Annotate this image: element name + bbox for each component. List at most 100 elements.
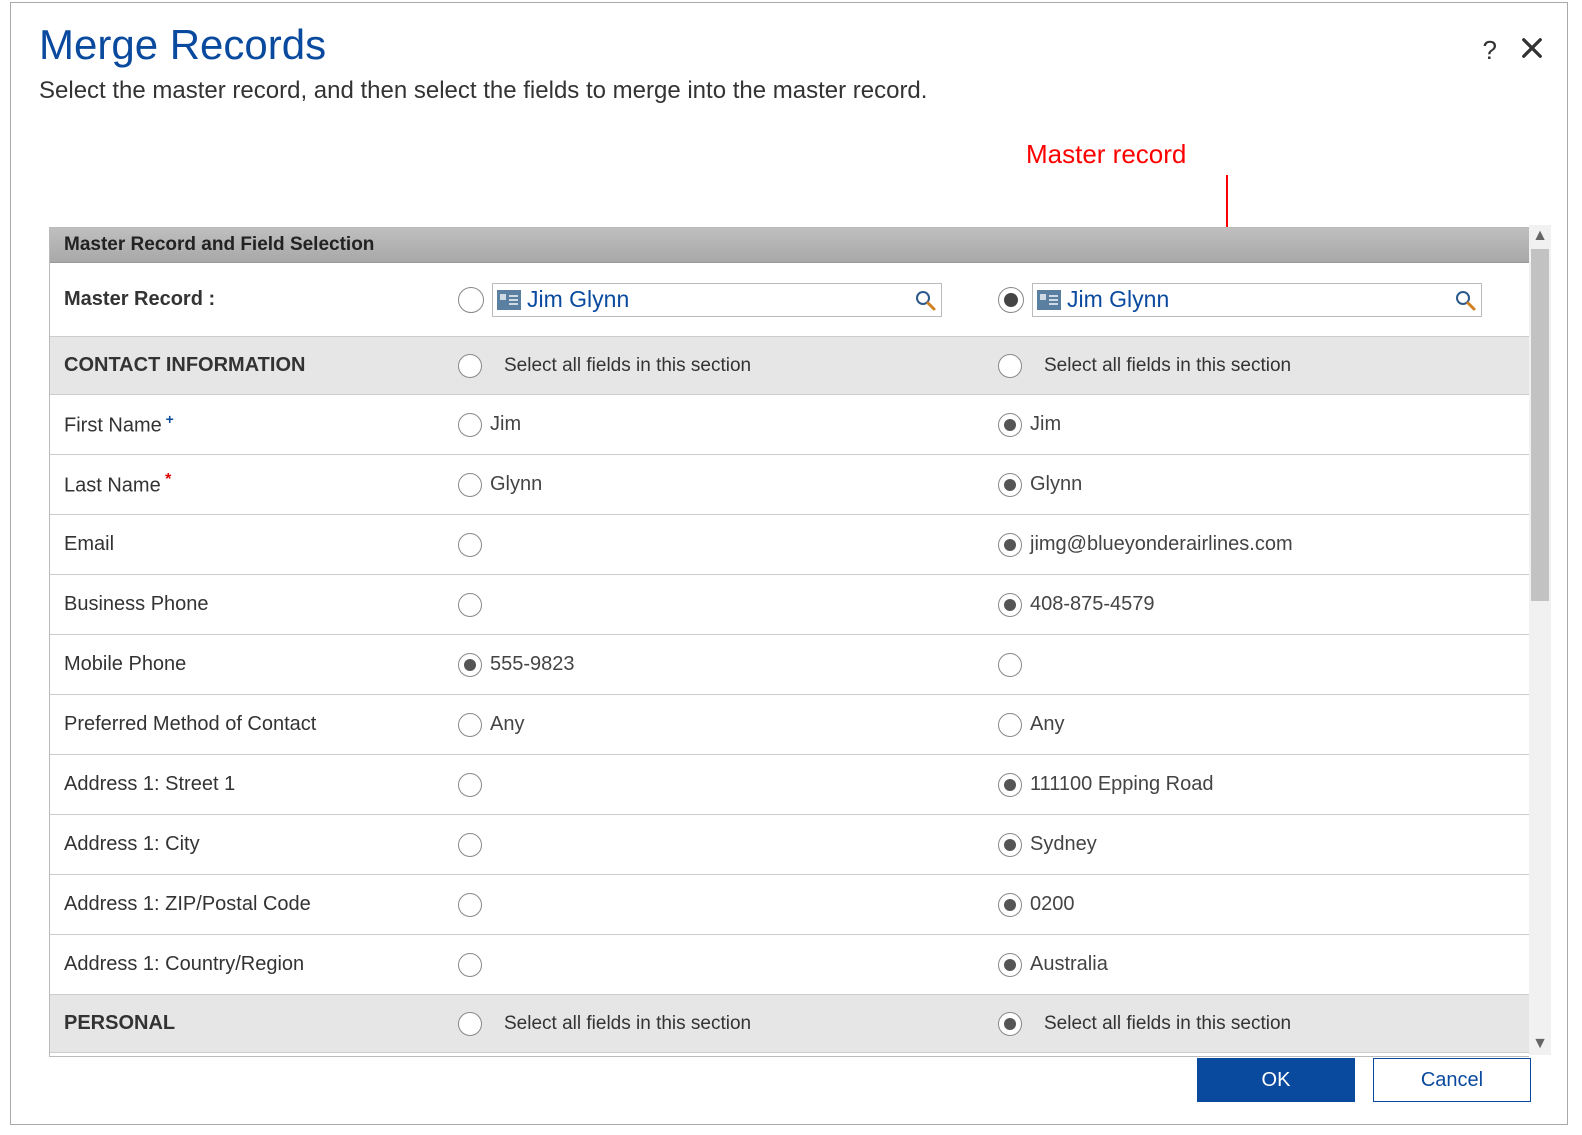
annotation-master-label: Master record <box>1026 139 1186 170</box>
required-icon: * <box>161 471 172 488</box>
field-value-right: Any <box>1030 713 1064 736</box>
radio-field-left[interactable] <box>458 533 482 557</box>
field-choice-left[interactable] <box>450 893 990 917</box>
field-value-right: Jim <box>1030 413 1061 436</box>
radio-field-left[interactable] <box>458 473 482 497</box>
field-value-right: 408-875-4579 <box>1030 593 1155 616</box>
radio-select-all-left[interactable] <box>458 354 482 378</box>
field-choice-right[interactable]: Glynn <box>990 473 1529 497</box>
required-recommended-icon: + <box>162 411 174 427</box>
select-all-text: Select all fields in this section <box>1030 1013 1291 1035</box>
field-choice-right[interactable]: 408-875-4579 <box>990 593 1529 617</box>
field-label: Address 1: Street 1 <box>50 773 450 796</box>
lookup-record-right[interactable]: Jim Glynn <box>1032 283 1482 317</box>
radio-field-right[interactable] <box>998 593 1022 617</box>
radio-field-right[interactable] <box>998 533 1022 557</box>
field-choice-left[interactable]: 555-9823 <box>450 653 990 677</box>
field-value-left: Glynn <box>490 473 542 496</box>
scrollbar[interactable]: ▲ ▼ <box>1529 225 1551 1055</box>
radio-field-right[interactable] <box>998 653 1022 677</box>
help-icon[interactable]: ? <box>1483 35 1497 66</box>
radio-field-left[interactable] <box>458 953 482 977</box>
radio-field-right[interactable] <box>998 953 1022 977</box>
scrollbar-thumb[interactable] <box>1531 249 1549 601</box>
field-label: Address 1: Country/Region <box>50 953 450 976</box>
field-choice-right[interactable]: 111100 Epping Road <box>990 773 1529 797</box>
section-name: PERSONAL <box>50 1012 450 1035</box>
master-record-choice-right[interactable]: Jim Glynn <box>990 283 1529 317</box>
field-value-right: 0200 <box>1030 893 1075 916</box>
field-label: First Name + <box>50 411 450 438</box>
field-row: Address 1: Country/Region Australia <box>50 935 1529 995</box>
field-choice-right[interactable]: Sydney <box>990 833 1529 857</box>
field-choice-left[interactable]: Glynn <box>450 473 990 497</box>
lookup-record-left[interactable]: Jim Glynn <box>492 283 942 317</box>
lookup-record-right-text: Jim Glynn <box>1067 286 1447 313</box>
radio-select-all-left[interactable] <box>458 1012 482 1036</box>
radio-field-left[interactable] <box>458 773 482 797</box>
field-choice-right[interactable]: Australia <box>990 953 1529 977</box>
radio-field-left[interactable] <box>458 893 482 917</box>
radio-field-right[interactable] <box>998 833 1022 857</box>
lookup-record-left-text: Jim Glynn <box>527 286 907 313</box>
field-choice-left[interactable]: Any <box>450 713 990 737</box>
radio-field-right[interactable] <box>998 773 1022 797</box>
radio-field-left[interactable] <box>458 833 482 857</box>
select-all-text: Select all fields in this section <box>490 1013 751 1035</box>
field-row: Email jimg@blueyonderairlines.com <box>50 515 1529 575</box>
lookup-search-icon[interactable] <box>913 288 937 312</box>
field-choice-right[interactable]: Any <box>990 713 1529 737</box>
radio-master-left[interactable] <box>458 287 484 313</box>
radio-select-all-right[interactable] <box>998 354 1022 378</box>
radio-field-right[interactable] <box>998 713 1022 737</box>
field-row: Preferred Method of ContactAnyAny <box>50 695 1529 755</box>
field-choice-right[interactable] <box>990 653 1529 677</box>
field-label: Email <box>50 533 450 556</box>
radio-field-left[interactable] <box>458 713 482 737</box>
select-all-left[interactable]: Select all fields in this section <box>450 354 990 378</box>
field-choice-left[interactable] <box>450 773 990 797</box>
radio-field-left[interactable] <box>458 653 482 677</box>
field-value-left: Jim <box>490 413 521 436</box>
master-record-choice-left[interactable]: Jim Glynn <box>450 283 990 317</box>
scroll-up-icon[interactable]: ▲ <box>1532 225 1548 247</box>
field-choice-right[interactable]: 0200 <box>990 893 1529 917</box>
select-all-right[interactable]: Select all fields in this section <box>990 1012 1529 1036</box>
field-choice-left[interactable]: Jim <box>450 413 990 437</box>
field-row: Address 1: Street 1 111100 Epping Road <box>50 755 1529 815</box>
master-record-label: Master Record : <box>50 288 450 311</box>
field-label: Last Name * <box>50 471 450 498</box>
field-choice-left[interactable] <box>450 953 990 977</box>
field-row: Address 1: ZIP/Postal Code0200 <box>50 875 1529 935</box>
field-choice-left[interactable] <box>450 833 990 857</box>
lookup-search-icon[interactable] <box>1453 288 1477 312</box>
field-choice-left[interactable] <box>450 533 990 557</box>
radio-field-left[interactable] <box>458 413 482 437</box>
field-choice-left[interactable] <box>450 593 990 617</box>
radio-field-left[interactable] <box>458 593 482 617</box>
field-value-left: 555-9823 <box>490 653 575 676</box>
field-label: Mobile Phone <box>50 653 450 676</box>
merge-panel: Master Record and Field Selection Master… <box>49 227 1529 1057</box>
section-header-row: PERSONAL Select all fields in this sectio… <box>50 995 1529 1053</box>
radio-field-right[interactable] <box>998 473 1022 497</box>
master-record-row: Master Record : Jim Glynn Jim Glynn <box>50 263 1529 337</box>
field-choice-right[interactable]: jimg@blueyonderairlines.com <box>990 533 1529 557</box>
radio-field-right[interactable] <box>998 893 1022 917</box>
field-value-left: Any <box>490 713 524 736</box>
radio-select-all-right[interactable] <box>998 1012 1022 1036</box>
select-all-text: Select all fields in this section <box>490 355 751 377</box>
close-icon[interactable] <box>1521 35 1543 66</box>
radio-field-right[interactable] <box>998 413 1022 437</box>
dialog-footer: OK Cancel <box>1197 1058 1531 1102</box>
select-all-left[interactable]: Select all fields in this section <box>450 1012 990 1036</box>
field-row: Address 1: CitySydney <box>50 815 1529 875</box>
field-row: First Name + Jim Jim <box>50 395 1529 455</box>
ok-button[interactable]: OK <box>1197 1058 1355 1102</box>
field-choice-right[interactable]: Jim <box>990 413 1529 437</box>
cancel-button[interactable]: Cancel <box>1373 1058 1531 1102</box>
field-value-right: Glynn <box>1030 473 1082 496</box>
radio-master-right[interactable] <box>998 287 1024 313</box>
select-all-right[interactable]: Select all fields in this section <box>990 354 1529 378</box>
scroll-down-icon[interactable]: ▼ <box>1532 1033 1548 1055</box>
